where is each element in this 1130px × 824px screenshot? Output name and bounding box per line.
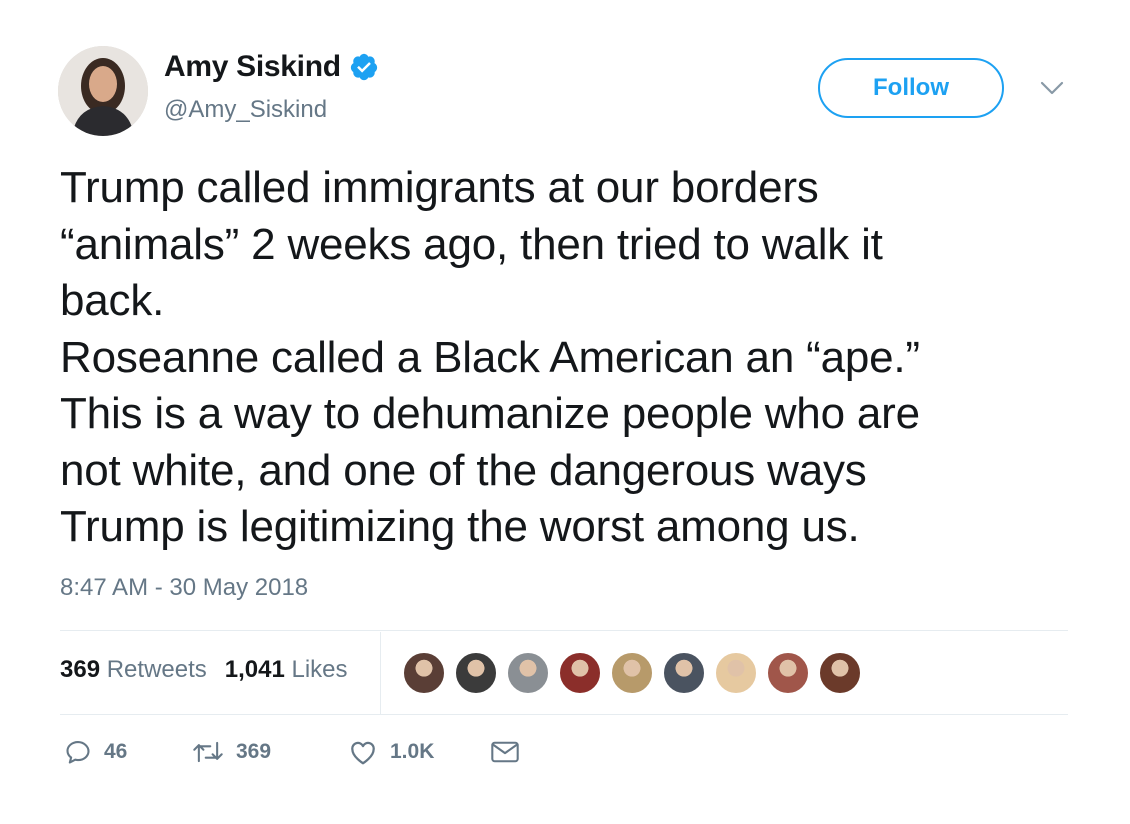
likes-stat-label: Likes xyxy=(291,656,348,683)
tweet-line: not white, and one of the dangerous ways xyxy=(60,445,867,495)
liker-avatar[interactable] xyxy=(818,651,862,695)
follow-button[interactable]: Follow xyxy=(818,58,1004,118)
retweets-stat[interactable]: 369 Retweets xyxy=(60,656,207,684)
retweet-count: 369 xyxy=(236,740,272,763)
reply-count: 46 xyxy=(104,740,128,763)
reply-button[interactable]: 46 xyxy=(64,738,192,766)
tweet-line: This is a way to dehumanize people who a… xyxy=(60,389,920,438)
liker-avatar[interactable] xyxy=(402,651,446,695)
tweet-line: “animals” 2 weeks ago, then tried to wal… xyxy=(60,219,883,269)
liker-avatar[interactable] xyxy=(506,651,550,695)
author-handle[interactable]: @Amy_Siskind xyxy=(164,96,327,124)
retweet-button[interactable]: 369 xyxy=(192,738,348,766)
liker-avatar[interactable] xyxy=(610,651,654,695)
liker-avatar[interactable] xyxy=(766,651,810,695)
verified-badge-icon xyxy=(350,53,377,81)
like-count: 1.0K xyxy=(390,740,435,763)
tweet-line: back. xyxy=(60,276,165,325)
chevron-down-icon[interactable] xyxy=(1038,78,1066,98)
author-avatar[interactable] xyxy=(58,46,148,136)
tweet-timestamp[interactable]: 8:47 AM - 30 May 2018 xyxy=(60,574,308,602)
heart-icon xyxy=(351,741,375,765)
envelope-icon xyxy=(491,741,519,763)
author-name[interactable]: Amy Siskind xyxy=(164,50,379,84)
divider-bottom xyxy=(60,714,1068,715)
retweets-stat-label: Retweets xyxy=(106,656,207,683)
direct-message-button[interactable] xyxy=(490,739,520,765)
liker-avatar[interactable] xyxy=(558,651,602,695)
retweet-icon xyxy=(193,741,223,763)
divider-top xyxy=(60,630,1068,631)
retweets-stat-count: 369 xyxy=(60,656,101,683)
liker-avatar[interactable] xyxy=(454,651,498,695)
like-button[interactable]: 1.0K xyxy=(348,738,490,766)
tweet-actions: 46 369 1.0K xyxy=(64,738,520,766)
tweet-line: Trump called immigrants at our borders xyxy=(60,163,819,212)
liker-avatar[interactable] xyxy=(662,651,706,695)
tweet-line: Roseanne called a Black American an “ape… xyxy=(60,332,920,382)
likes-stat[interactable]: 1,041 Likes xyxy=(225,656,348,684)
tweet-text: Trump called immigrants at our borders “… xyxy=(60,160,1090,556)
stats-divider xyxy=(380,632,381,714)
tweet-stats: 369 Retweets 1,041 Likes xyxy=(60,656,348,684)
liker-avatar[interactable] xyxy=(714,651,758,695)
tweet-line: Trump is legitimizing the worst among us… xyxy=(60,502,860,551)
liker-avatars xyxy=(402,651,870,695)
reply-icon xyxy=(66,741,90,764)
likes-stat-count: 1,041 xyxy=(224,656,285,683)
author-name-text[interactable]: Amy Siskind xyxy=(164,50,341,84)
